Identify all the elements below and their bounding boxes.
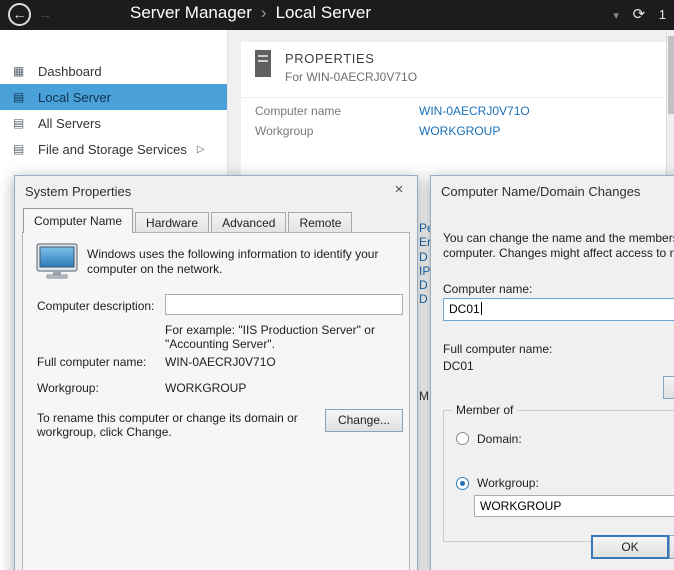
clipped-link[interactable]: D	[419, 250, 430, 264]
scrollbar-thumb[interactable]	[668, 36, 674, 114]
full-computer-name-label: Full computer name:	[443, 342, 552, 356]
breadcrumb-app-title[interactable]: Server Manager	[130, 3, 252, 22]
sidebar-item-all-servers[interactable]: ▤ All Servers	[0, 110, 227, 136]
clipped-link[interactable]: D	[419, 278, 430, 292]
back-icon: ←	[13, 6, 27, 22]
tab-computer-name[interactable]: Computer Name	[23, 208, 133, 233]
clipped-link[interactable]: Pe	[419, 221, 430, 235]
ok-button[interactable]: OK	[591, 535, 669, 559]
full-computer-name-value: WIN-0AECRJ0V71O	[165, 355, 276, 369]
notification-count[interactable]: 1	[659, 7, 666, 22]
property-row: Computer name WIN-0AECRJ0V71O	[241, 104, 666, 124]
workgroup-radio[interactable]	[456, 477, 469, 490]
breadcrumb-separator: ›	[261, 3, 267, 22]
change-button[interactable]: Change...	[325, 409, 403, 432]
full-computer-name-value: DC01	[443, 359, 474, 373]
rename-help-line: workgroup, click Change.	[37, 425, 298, 439]
workgroup-link[interactable]: WORKGROUP	[419, 124, 500, 138]
domain-radio[interactable]	[456, 432, 469, 445]
header-toolbar: ▾ ⟳ 1	[603, 5, 666, 23]
workgroup-label: Workgroup:	[37, 381, 99, 395]
clipped-link[interactable]: D	[419, 292, 430, 306]
example-text: For example: "IIS Production Server" or …	[165, 323, 375, 351]
cancel-button[interactable]	[669, 535, 674, 559]
intro-line: computer. Changes might affect access to…	[443, 246, 674, 260]
sidebar-item-label: All Servers	[38, 116, 101, 131]
member-of-label: Member of	[452, 403, 517, 417]
text-cursor	[481, 302, 482, 315]
chevron-right-icon[interactable]: ▷	[197, 144, 205, 155]
computer-name-input-value: DC01	[449, 302, 480, 316]
rename-help-text: To rename this computer or change its do…	[37, 411, 298, 439]
forward-icon: →	[38, 6, 52, 22]
clipped-link[interactable]: Er	[419, 235, 430, 249]
breadcrumb: Server Manager › Local Server	[130, 3, 371, 23]
domain-radio-label[interactable]: Domain:	[477, 432, 522, 446]
sidebar-item-label: Dashboard	[38, 64, 102, 79]
member-of-group: Member of Domain: Workgroup: WORKGROUP	[443, 410, 674, 542]
monitor-icon	[35, 243, 79, 286]
server-manager-window: ← → Server Manager › Local Server ▾ ⟳ 1 ▦ …	[0, 0, 674, 570]
refresh-icon[interactable]: ⟳	[633, 6, 646, 23]
clipped-property-links: Pe Er D IP D D	[419, 221, 430, 307]
full-computer-name-label: Full computer name:	[37, 355, 146, 369]
tab-hardware[interactable]: Hardware	[135, 212, 209, 233]
tab-advanced[interactable]: Advanced	[211, 212, 286, 233]
dialog-system-properties: System Properties × Computer Name Hardwa…	[14, 175, 418, 570]
workgroup-radio-label[interactable]: Workgroup:	[477, 476, 539, 490]
close-icon[interactable]: ×	[385, 180, 413, 200]
example-line: For example: "IIS Production Server" or	[165, 323, 375, 337]
property-label: Computer name	[255, 104, 341, 118]
computer-name-input[interactable]: DC01	[443, 298, 674, 321]
tab-strip: Computer Name Hardware Advanced Remote	[23, 208, 354, 233]
dialog-title[interactable]: Computer Name/Domain Changes	[441, 184, 640, 199]
workgroup-input-value: WORKGROUP	[480, 499, 561, 513]
computer-description-input[interactable]	[165, 294, 403, 315]
forward-button[interactable]: →	[38, 6, 52, 22]
server-icon: ▤	[13, 90, 31, 104]
workgroup-value: WORKGROUP	[165, 381, 246, 395]
computer-name-link[interactable]: WIN-0AECRJ0V71O	[419, 104, 530, 118]
clipped-text: M	[419, 389, 430, 403]
intro-text: Windows uses the following information t…	[87, 247, 397, 277]
example-line: "Accounting Server".	[165, 337, 375, 351]
tab-page-computer-name: Windows uses the following information t…	[22, 232, 410, 570]
title-bar: ← → Server Manager › Local Server ▾ ⟳ 1	[0, 0, 674, 30]
properties-panel-header: PROPERTIES For WIN-0AECRJ0V71O	[241, 42, 666, 98]
sidebar-item-local-server[interactable]: ▤ Local Server	[0, 84, 227, 110]
dashboard-icon: ▦	[13, 64, 31, 78]
breadcrumb-section[interactable]: Local Server	[276, 3, 371, 22]
more-button[interactable]	[663, 376, 674, 399]
servers-icon: ▤	[13, 116, 31, 130]
dialog-title[interactable]: System Properties	[25, 184, 131, 199]
panel-subtitle: For WIN-0AECRJ0V71O	[285, 70, 417, 84]
sidebar-item-file-storage-services[interactable]: ▤ File and Storage Services ▷	[0, 136, 227, 162]
sidebar-item-label: Local Server	[38, 90, 111, 105]
chevron-down-icon[interactable]: ▾	[613, 10, 619, 22]
storage-icon: ▤	[13, 142, 31, 156]
rename-help-line: To rename this computer or change its do…	[37, 411, 298, 425]
dialog-computer-name-domain-changes: Computer Name/Domain Changes You can cha…	[430, 175, 674, 570]
tab-remote[interactable]: Remote	[288, 212, 352, 233]
property-row: Workgroup WORKGROUP	[241, 124, 666, 144]
computer-description-label: Computer description:	[37, 299, 154, 313]
server-tower-icon	[255, 50, 271, 77]
clipped-link[interactable]: IP	[419, 264, 430, 278]
sidebar-item-label: File and Storage Services	[38, 142, 187, 157]
sidebar-item-dashboard[interactable]: ▦ Dashboard	[0, 58, 227, 84]
workgroup-input[interactable]: WORKGROUP	[474, 495, 674, 517]
property-label: Workgroup	[255, 124, 313, 138]
back-button[interactable]: ←	[8, 3, 31, 26]
computer-name-label: Computer name:	[443, 282, 532, 296]
intro-line: You can change the name and the membersh…	[443, 231, 674, 245]
panel-title: PROPERTIES	[285, 51, 375, 66]
